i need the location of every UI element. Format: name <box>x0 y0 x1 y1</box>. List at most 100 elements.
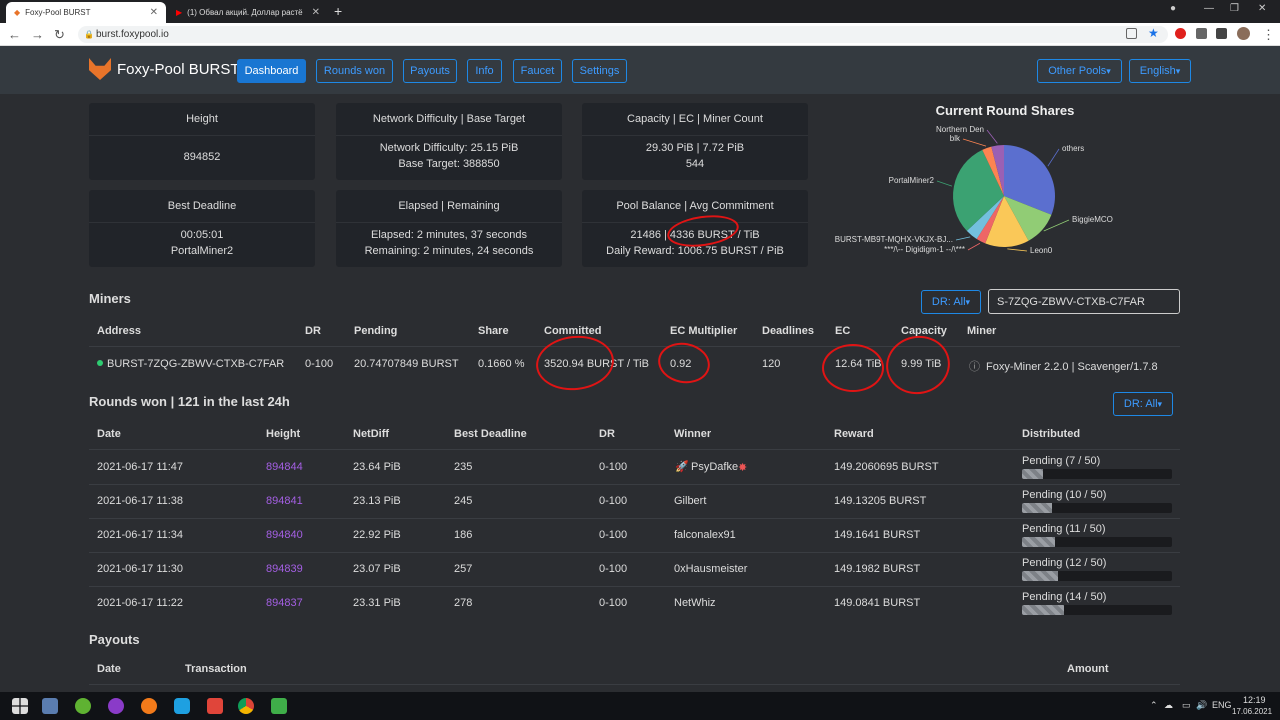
base-target-value: Base Target: 388850 <box>398 158 500 170</box>
round-distributed-status: Pending (7 / 50) <box>1022 455 1101 467</box>
col-best-deadline: Best Deadline <box>454 428 527 440</box>
nav-settings-button[interactable]: Settings <box>572 59 627 83</box>
open-external-icon[interactable] <box>1126 28 1137 39</box>
miners-dr-filter-dropdown[interactable]: DR: All <box>921 290 981 314</box>
round-reward: 149.1641 BURST <box>834 529 921 541</box>
media-control-icon[interactable] <box>1216 28 1227 39</box>
lock-icon: 🔒 <box>84 30 94 39</box>
col-pending: Pending <box>354 325 398 337</box>
url-field[interactable]: 🔒 burst.foxypool.io <box>78 26 1168 43</box>
nav-rounds-won-button[interactable]: Rounds won <box>316 59 393 83</box>
miner-dr: 0-100 <box>305 358 334 370</box>
other-pools-dropdown[interactable]: Other Pools <box>1037 59 1122 83</box>
nav-info-button[interactable]: Info <box>467 59 502 83</box>
progress-fill <box>1022 503 1052 513</box>
site-navbar: Foxy-Pool BURST Dashboard Rounds won Pay… <box>0 46 1280 94</box>
tray-arrow-icon[interactable]: ⌃ <box>1150 700 1158 711</box>
rounds-title: Rounds won | 121 in the last 24h <box>89 394 290 409</box>
miner-pending: 20.74707849 BURST <box>354 358 459 370</box>
calculator-icon[interactable] <box>42 698 58 714</box>
media-player-icon[interactable] <box>108 698 124 714</box>
tab-youtube[interactable]: ▶ (1) Обвал акций. Доллар растё ✕ <box>168 2 328 23</box>
pie-slice-label: Northern Den <box>935 125 984 134</box>
pie-slice <box>982 146 1004 196</box>
col-date: Date <box>97 428 121 440</box>
bookmark-star-icon[interactable]: ★ <box>1148 26 1159 40</box>
round-best-deadline: 186 <box>454 529 473 541</box>
close-tab-icon[interactable]: ✕ <box>150 7 158 18</box>
extensions-puzzle-icon[interactable] <box>1196 28 1207 39</box>
minimize-icon[interactable]: — <box>1204 3 1214 14</box>
round-height[interactable]: 894839 <box>266 563 303 575</box>
round-distributed-status: Pending (14 / 50) <box>1022 591 1107 603</box>
pie-slice-label: Leon0 <box>1030 246 1053 255</box>
col-reward: Reward <box>834 428 874 440</box>
nav-dashboard-button[interactable]: Dashboard <box>237 59 306 83</box>
pie-slice-label: others <box>1062 144 1085 153</box>
network-icon[interactable]: ▭ <box>1182 700 1191 711</box>
avatar[interactable] <box>1237 27 1250 40</box>
chart-title: Current Round Shares <box>935 103 1075 118</box>
distribution-progress-bar <box>1022 537 1172 547</box>
nav-faucet-button[interactable]: Faucet <box>513 59 562 83</box>
pie-leader-line <box>1043 219 1070 232</box>
round-date: 2021-06-17 11:22 <box>97 597 184 609</box>
anydesk-icon[interactable] <box>207 698 223 714</box>
best-deadline-card: Best Deadline 00:05:01 PortalMiner2 <box>89 190 315 267</box>
reload-icon[interactable]: ↻ <box>54 27 65 43</box>
forward-icon[interactable]: → <box>31 27 44 42</box>
close-tab-icon[interactable]: ✕ <box>312 7 320 18</box>
pie-slice <box>991 145 1004 196</box>
firefox-icon[interactable] <box>141 698 157 714</box>
miner-search-input[interactable] <box>988 289 1180 314</box>
capacity-card: Capacity | EC | Miner Count 29.30 PiB | … <box>582 103 808 180</box>
col-share: Share <box>478 325 509 337</box>
distribution-progress-bar <box>1022 605 1172 615</box>
volume-icon[interactable]: 🔊 <box>1196 700 1207 711</box>
round-best-deadline: 257 <box>454 563 473 575</box>
menu-kebab-icon[interactable]: ⋮ <box>1262 27 1275 43</box>
pie-slice <box>953 149 1004 231</box>
back-icon[interactable]: ← <box>8 27 21 42</box>
miner-address[interactable]: BURST-7ZQG-ZBWV-CTXB-C7FAR <box>97 358 284 370</box>
skype-icon[interactable] <box>174 698 190 714</box>
pie-slice <box>985 196 1029 247</box>
round-date: 2021-06-17 11:34 <box>97 529 184 541</box>
pie-slice <box>966 196 1004 240</box>
brand-link[interactable]: Foxy-Pool BURST <box>89 58 240 80</box>
round-winner: Gilbert <box>674 495 707 507</box>
chrome-icon[interactable] <box>238 698 254 714</box>
rounds-dr-filter-dropdown[interactable]: DR: All <box>1113 392 1173 416</box>
language-indicator[interactable]: ENG <box>1212 700 1232 710</box>
annotation-circle <box>533 332 617 394</box>
tab-foxy-pool[interactable]: ◆ Foxy-Pool BURST ✕ <box>6 2 166 23</box>
new-tab-icon[interactable]: + <box>334 3 342 19</box>
round-height[interactable]: 894837 <box>266 597 303 609</box>
divider <box>89 586 1180 587</box>
col-dr: DR <box>305 325 321 337</box>
round-dr: 0-100 <box>599 529 628 541</box>
maximize-icon[interactable]: ❐ <box>1230 3 1239 14</box>
round-reward: 149.13205 BURST <box>834 495 927 507</box>
card-title: Capacity | EC | Miner Count <box>582 103 808 136</box>
round-height[interactable]: 894841 <box>266 495 303 507</box>
round-reward: 149.0841 BURST <box>834 597 921 609</box>
best-deadline-value: 00:05:01 <box>180 229 224 241</box>
col-netdiff: NetDiff <box>353 428 390 440</box>
round-height[interactable]: 894844 <box>266 461 303 473</box>
language-dropdown[interactable]: English <box>1129 59 1191 83</box>
round-height[interactable]: 894840 <box>266 529 303 541</box>
brand-name: Foxy-Pool BURST <box>117 60 240 78</box>
clock-date[interactable]: 17.06.2021 <box>1232 707 1272 716</box>
utorrent-icon[interactable] <box>75 698 91 714</box>
cloud-icon[interactable]: ☁ <box>1164 700 1173 711</box>
start-windows-icon[interactable] <box>12 698 28 714</box>
clock-time[interactable]: 12:19 <box>1243 695 1266 705</box>
round-winner: NetWhiz <box>674 597 716 609</box>
close-window-icon[interactable]: ✕ <box>1258 3 1266 14</box>
app-cube-icon[interactable] <box>271 698 287 714</box>
profile-dropdown-icon[interactable]: ● <box>1170 3 1176 14</box>
nav-payouts-button[interactable]: Payouts <box>403 59 457 83</box>
windows-taskbar: ⌃ ☁ ▭ 🔊 ENG 12:19 17.06.2021 <box>0 692 1280 720</box>
opera-extension-icon[interactable] <box>1175 28 1186 39</box>
